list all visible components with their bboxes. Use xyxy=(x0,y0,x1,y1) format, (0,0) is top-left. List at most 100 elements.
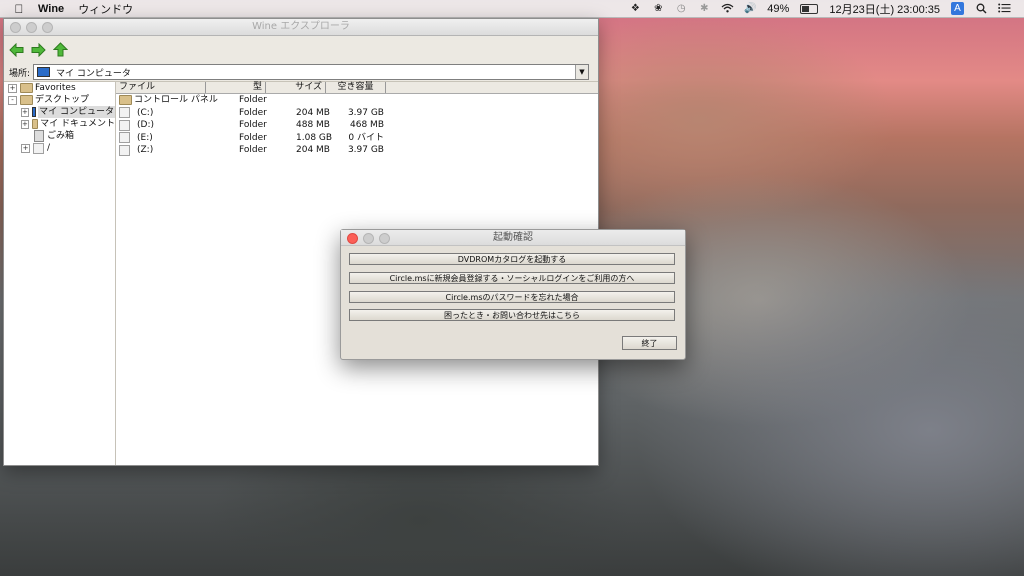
wifi-icon[interactable] xyxy=(721,3,734,14)
trash-icon xyxy=(34,130,44,142)
expand-icon[interactable]: + xyxy=(8,83,17,93)
list-header: ファイル 型 サイズ 空き容量 xyxy=(116,82,598,94)
cell-name: (D:) xyxy=(116,119,236,132)
startup-dialog: 起動確認 DVDROMカタログを起動する Circle.msに新規会員登録する・… xyxy=(340,229,686,360)
status-area: ❖ ❀ ◷ ✱ 🔊 49% 12月23日(土) 23:00:35 A xyxy=(629,1,1024,17)
battery-icon[interactable] xyxy=(800,3,819,14)
drive-icon xyxy=(33,142,44,154)
zoom-window-button[interactable] xyxy=(42,22,53,33)
menu-bar:  Wine ウィンドウ ❖ ❀ ◷ ✱ 🔊 49% 12月23日(土) 23:… xyxy=(0,0,1024,18)
expand-icon[interactable]: + xyxy=(21,119,29,129)
cell-size: 488 MB xyxy=(296,120,330,130)
explorer-toolbar xyxy=(4,36,598,63)
dialog-title: 起動確認 xyxy=(493,232,533,243)
input-method-icon[interactable]: A xyxy=(951,2,964,15)
arrow-left-icon xyxy=(9,42,24,57)
cell-name-text: (Z:) xyxy=(137,145,154,155)
cell-name: (C:) xyxy=(116,107,236,120)
cell-name-text: (E:) xyxy=(137,132,153,143)
register-member-button[interactable]: Circle.msに新規会員登録する・ソーシャルログインをご利用の方へ xyxy=(349,272,675,284)
dialog-window-controls xyxy=(347,233,390,244)
table-row[interactable]: (D:) Folder 488 MB 468 MB xyxy=(116,119,598,132)
dialog-close-icon[interactable] xyxy=(347,233,358,244)
folder-icon xyxy=(20,95,33,105)
help-contact-button[interactable]: 困ったとき・お問い合わせ先はこちら xyxy=(349,309,675,321)
dropbox-icon[interactable]: ❖ xyxy=(629,3,641,14)
address-combobox[interactable]: マイ コンピュータ ▼ xyxy=(33,64,589,80)
cell-free-space: 3.97 GB xyxy=(347,145,384,155)
cell-name: (Z:) xyxy=(116,144,236,157)
column-name[interactable]: ファイル xyxy=(116,82,206,93)
dialog-minimize-icon[interactable] xyxy=(363,233,374,244)
cell-type: Folder xyxy=(239,132,267,143)
dialog-zoom-icon[interactable] xyxy=(379,233,390,244)
drive-icon xyxy=(119,144,130,156)
arrow-right-icon xyxy=(31,42,46,57)
column-size[interactable]: サイズ xyxy=(266,82,326,93)
window-controls xyxy=(10,22,53,33)
cell-name-text: (D:) xyxy=(137,120,154,130)
tree-item-label: / xyxy=(47,143,51,153)
tree-item[interactable]: + Favorites xyxy=(4,82,115,94)
cell-name: (E:) xyxy=(116,132,236,145)
collapse-icon[interactable]: - xyxy=(8,95,17,105)
cell-size: 204 MB xyxy=(296,107,330,118)
cell-size: 204 MB xyxy=(296,145,330,155)
expand-icon[interactable]: + xyxy=(21,107,29,117)
search-icon[interactable] xyxy=(975,3,987,14)
address-value: マイ コンピュータ xyxy=(56,68,131,79)
cell-name-text: (C:) xyxy=(137,107,154,118)
forward-button[interactable] xyxy=(30,41,47,58)
drive-icon xyxy=(119,132,130,144)
column-free-space[interactable]: 空き容量 xyxy=(326,82,386,93)
cell-type: Folder xyxy=(239,95,267,105)
table-row[interactable]: コントロール パネル Folder xyxy=(116,94,598,107)
arrow-up-icon xyxy=(53,42,68,57)
folder-tree[interactable]: + Favorites - デスクトップ + マイ コンピュータ + マイ ドキュメント ごみ箱… xyxy=(4,82,116,465)
table-row[interactable]: (Z:) Folder 204 MB 3.97 GB xyxy=(116,144,598,157)
back-button[interactable] xyxy=(8,41,25,58)
menu-window[interactable]: ウィンドウ xyxy=(78,1,133,17)
tree-item-label: Favorites xyxy=(35,83,76,93)
dialog-titlebar[interactable]: 起動確認 xyxy=(341,230,685,246)
cell-size: 1.08 GB xyxy=(296,132,333,143)
address-bar: 場所: マイ コンピュータ ▼ xyxy=(4,63,598,82)
tree-item[interactable]: + / xyxy=(4,142,115,154)
tree-item[interactable]: + マイ ドキュメント xyxy=(4,118,115,130)
expand-icon[interactable]: + xyxy=(21,143,30,153)
cell-type: Folder xyxy=(239,107,267,118)
forgot-password-button[interactable]: Circle.msのパスワードを忘れた場合 xyxy=(349,291,675,303)
tree-item[interactable]: ごみ箱 xyxy=(4,130,115,142)
cell-type: Folder xyxy=(239,145,267,155)
cell-name: コントロール パネル xyxy=(116,94,236,107)
tree-item[interactable]: + マイ コンピュータ xyxy=(4,106,115,118)
up-button[interactable] xyxy=(52,41,69,58)
volume-icon[interactable]: 🔊 xyxy=(744,3,756,14)
minimize-window-button[interactable] xyxy=(26,22,37,33)
tree-item-label: マイ ドキュメント xyxy=(40,119,115,129)
address-label: 場所: xyxy=(9,68,31,79)
computer-icon xyxy=(37,67,50,77)
close-window-button[interactable] xyxy=(10,22,21,33)
evernote-icon[interactable]: ❀ xyxy=(652,3,664,14)
explorer-titlebar[interactable]: Wine エクスプローラ xyxy=(4,19,598,36)
clock[interactable]: 12月23日(土) 23:00:35 xyxy=(829,1,940,17)
launch-catalog-button[interactable]: DVDROMカタログを起動する xyxy=(349,253,675,265)
cell-type: Folder xyxy=(239,120,267,130)
cell-name-text: コントロール パネル xyxy=(134,95,218,105)
tree-item-label: マイ コンピュータ xyxy=(38,106,115,118)
column-type[interactable]: 型 xyxy=(206,82,266,93)
tree-item[interactable]: - デスクトップ xyxy=(4,94,115,106)
drive-icon xyxy=(119,119,130,131)
chevron-down-icon[interactable]: ▼ xyxy=(575,65,588,79)
time-machine-icon[interactable]: ◷ xyxy=(675,3,687,14)
battery-percent: 49% xyxy=(767,2,790,15)
app-menu-wine[interactable]: Wine xyxy=(38,3,64,15)
apple-icon[interactable]:  xyxy=(12,2,26,16)
cell-free-space: 0 バイト xyxy=(348,132,384,143)
quit-button[interactable]: 終了 xyxy=(622,336,677,350)
table-row[interactable]: (E:) Folder 1.08 GB 0 バイト xyxy=(116,132,598,145)
notification-center-icon[interactable] xyxy=(998,3,1011,14)
bluetooth-icon[interactable]: ✱ xyxy=(698,3,710,14)
table-row[interactable]: (C:) Folder 204 MB 3.97 GB xyxy=(116,107,598,120)
